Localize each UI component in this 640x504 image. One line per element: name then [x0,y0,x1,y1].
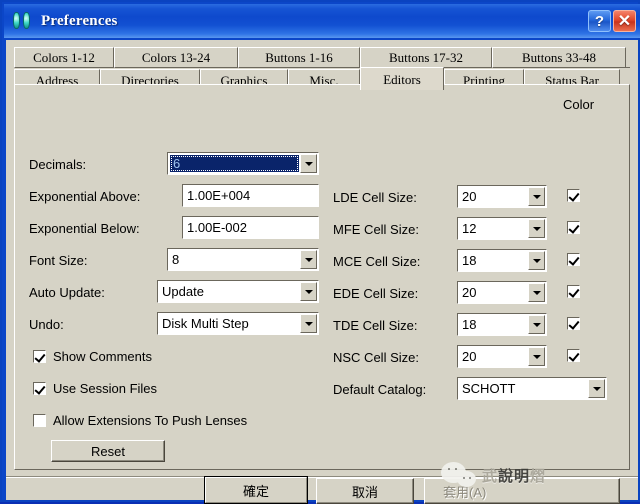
tab-colors-13-24[interactable]: Colors 13-24 [114,47,238,68]
lde-cell-size-combo[interactable]: 20 [457,185,547,208]
chevron-down-icon[interactable] [300,282,317,301]
allow-extensions-label: Allow Extensions To Push Lenses [53,413,248,428]
close-icon[interactable]: ✕ [613,10,636,32]
auto-update-combo[interactable]: Update [157,280,319,303]
checkbox-indicator [33,350,46,363]
chevron-down-icon[interactable] [588,379,605,398]
decimals-combo[interactable]: 6 [167,152,319,175]
tab-buttons-17-32[interactable]: Buttons 17-32 [360,47,492,68]
chevron-down-icon[interactable] [528,283,545,302]
chevron-down-icon[interactable] [300,250,317,269]
chevron-down-icon[interactable] [528,187,545,206]
auto-update-value: Update [162,284,204,299]
tab-colors-1-12[interactable]: Colors 1-12 [14,47,114,68]
font-size-combo[interactable]: 8 [167,248,319,271]
font-size-value: 8 [172,252,180,267]
mce-cell-size-label: MCE Cell Size: [333,254,421,269]
nsc-cell-size-value: 20 [462,349,477,364]
exponential-below-value: 1.00E-002 [187,220,247,235]
tab-row-1-filler [626,47,630,68]
tab-row-1: Colors 1-12 Colors 13-24 Buttons 1-16 Bu… [14,46,630,68]
allow-extensions-checkbox[interactable]: Allow Extensions To Push Lenses [33,413,247,428]
tde-cell-size-combo[interactable]: 18 [457,313,547,336]
default-catalog-combo[interactable]: SCHOTT [457,377,607,400]
exponential-below-label: Exponential Below: [29,221,140,236]
ede-color-checkbox[interactable] [567,285,580,298]
ede-cell-size-label: EDE Cell Size: [333,286,419,301]
lde-cell-size-value: 20 [462,189,477,204]
tde-color-checkbox[interactable] [567,317,580,330]
tab-buttons-1-16[interactable]: Buttons 1-16 [238,47,360,68]
checkbox-indicator [567,285,580,298]
reset-button[interactable]: Reset [51,440,165,462]
mfe-cell-size-value: 12 [462,221,477,236]
mfe-cell-size-label: MFE Cell Size: [333,222,419,237]
title-bar[interactable]: Preferences ? ✕ [4,4,640,38]
undo-label: Undo: [29,317,64,332]
help-button[interactable]: ? [588,10,611,32]
use-session-files-label: Use Session Files [53,381,158,396]
lde-cell-size-label: LDE Cell Size: [333,190,417,205]
checkbox-indicator [567,349,580,362]
ok-button[interactable]: 確定 [204,476,308,504]
preferences-dialog: Preferences ? ✕ Colors 1-12 Colors 13-24… [0,0,640,504]
decimals-label: Decimals: [29,157,87,172]
checkbox-indicator [33,414,46,427]
dialog-body: Colors 1-12 Colors 13-24 Buttons 1-16 Bu… [6,40,638,504]
chevron-down-icon[interactable] [300,314,317,333]
default-catalog-label: Default Catalog: [333,382,427,397]
checkbox-indicator [567,189,580,202]
apply-button: 套用(A) [424,478,620,504]
color-column-header: Color [563,97,595,112]
undo-combo[interactable]: Disk Multi Step [157,312,319,335]
title-bar-buttons: ? ✕ [588,10,636,32]
zemax-icon [12,11,34,31]
default-catalog-value: SCHOTT [462,381,516,396]
decimals-value: 6 [170,155,299,172]
chevron-down-icon[interactable] [528,219,545,238]
mfe-cell-size-combo[interactable]: 12 [457,217,547,240]
exponential-above-field[interactable]: 1.00E+004 [182,184,319,207]
exponential-below-field[interactable]: 1.00E-002 [182,216,319,239]
checkbox-indicator [567,253,580,266]
nsc-cell-size-label: NSC Cell Size: [333,350,419,365]
tab-editors[interactable]: Editors [360,67,444,90]
mce-cell-size-value: 18 [462,253,477,268]
chevron-down-icon[interactable] [300,154,317,173]
chevron-down-icon[interactable] [528,251,545,270]
ok-button-label: 確定 [205,477,307,503]
editors-panel: Color Decimals: 6 Exponential Above: 1.0… [14,84,630,470]
dialog-footer: 確定 取消 套用(A) [6,476,638,504]
ede-cell-size-combo[interactable]: 20 [457,281,547,304]
tde-cell-size-label: TDE Cell Size: [333,318,418,333]
mce-cell-size-combo[interactable]: 18 [457,249,547,272]
tde-cell-size-value: 18 [462,317,477,332]
checkbox-indicator [567,221,580,234]
chevron-down-icon[interactable] [528,347,545,366]
auto-update-label: Auto Update: [29,285,105,300]
lde-color-checkbox[interactable] [567,189,580,202]
show-comments-checkbox[interactable]: Show Comments [33,349,152,364]
undo-value: Disk Multi Step [162,316,249,331]
ede-cell-size-value: 20 [462,285,477,300]
tab-buttons-33-48[interactable]: Buttons 33-48 [492,47,626,68]
use-session-files-checkbox[interactable]: Use Session Files [33,381,157,396]
chevron-down-icon[interactable] [528,315,545,334]
mfe-color-checkbox[interactable] [567,221,580,234]
window-title: Preferences [41,12,118,29]
checkbox-indicator [567,317,580,330]
cancel-button[interactable]: 取消 [316,478,414,504]
exponential-above-label: Exponential Above: [29,189,141,204]
mce-color-checkbox[interactable] [567,253,580,266]
show-comments-label: Show Comments [53,349,152,364]
nsc-color-checkbox[interactable] [567,349,580,362]
checkbox-indicator [33,382,46,395]
exponential-above-value: 1.00E+004 [187,188,251,203]
nsc-cell-size-combo[interactable]: 20 [457,345,547,368]
font-size-label: Font Size: [29,253,88,268]
